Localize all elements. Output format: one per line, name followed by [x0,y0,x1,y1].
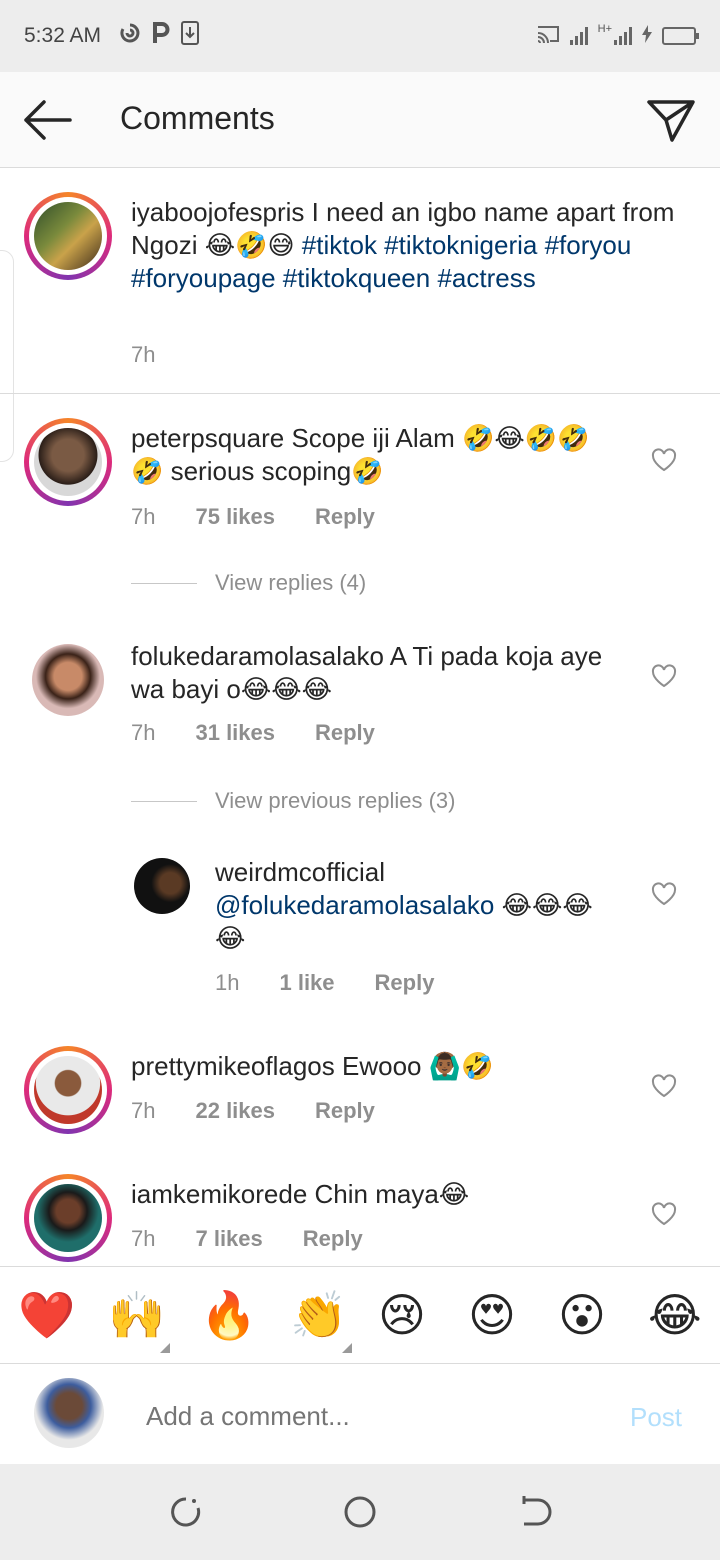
heart-icon[interactable] [651,448,677,472]
battery-icon [662,27,699,45]
comment-item: peterpsquare Scope iji Alam 🤣😂🤣🤣🤣 seriou… [0,418,720,558]
avatar[interactable] [24,1174,112,1262]
download-icon [181,21,200,51]
reply-username[interactable]: weirdmcofficial [215,857,385,887]
quick-reactions-bar: ❤️ 🙌 🔥 👏 😢 😍 😮 😂 [0,1266,720,1364]
heart-icon[interactable] [651,1074,677,1098]
signal-icon [569,27,588,45]
reply-button[interactable]: Reply [303,1226,363,1252]
network-type: H+ [597,23,612,35]
back-button[interactable] [22,98,74,142]
avatar [34,1378,104,1448]
status-bar: 5:32 AM H+ [0,0,720,72]
comment-text: peterpsquare Scope iji Alam 🤣😂🤣🤣🤣 seriou… [131,422,611,488]
reply-item: weirdmcofficial @folukedaramolasalako 😂😂… [0,856,720,1006]
app-header: Comments [0,72,720,168]
comment-time: 7h [131,504,156,529]
reply-button[interactable]: Reply [375,970,435,996]
back-icon[interactable] [516,1494,552,1530]
reaction-wow[interactable]: 😮 [558,1289,606,1341]
view-replies-label: View previous replies (3) [215,788,456,813]
comment-time: 7h [131,1098,156,1123]
reaction-clap[interactable]: 👏 [290,1289,347,1341]
reaction-cry[interactable]: 😢 [378,1289,426,1341]
caption: iyaboojofespris I need an igbo name apar… [0,190,720,392]
reaction-heart-eyes[interactable]: 😍 [468,1289,516,1341]
reply-text: weirdmcofficial @folukedaramolasalako 😂😂… [215,856,615,955]
comment-input[interactable] [144,1400,568,1433]
heart-icon[interactable] [651,1202,677,1226]
likes-count[interactable]: 22 likes [195,1098,275,1124]
divider [0,393,720,394]
likes-count[interactable]: 75 likes [195,504,275,530]
comment-text: prettymikeoflagos Ewooo 🙆🏾‍♂️🤣 [131,1050,611,1083]
spiral-icon [119,22,141,50]
view-previous-replies-button[interactable]: View previous replies (3) [131,788,455,814]
likes-count[interactable]: 1 like [279,970,334,996]
comment-time: 7h [131,720,156,745]
comment-username[interactable]: peterpsquare [131,423,284,453]
reaction-laugh[interactable]: 😂 [648,1289,702,1341]
reaction-raised-hands[interactable]: 🙌 [108,1289,165,1341]
arrow-left-icon [24,100,72,140]
comment-username[interactable]: iamkemikorede [131,1179,307,1209]
comment-composer: Post [0,1364,720,1464]
skin-tone-indicator[interactable] [160,1343,170,1353]
comment-username[interactable]: prettymikeoflagos [131,1051,335,1081]
comment-item: folukedaramolasalako A Ti pada koja aye … [0,640,720,780]
avatar[interactable] [134,858,190,914]
likes-count[interactable]: 7 likes [195,1226,262,1252]
comment-item: prettymikeoflagos Ewooo 🙆🏾‍♂️🤣 7h 22 lik… [0,1044,720,1154]
signal-h-icon [614,27,632,45]
avatar[interactable] [24,192,112,280]
p-icon [151,22,171,50]
avatar[interactable] [32,644,104,716]
avatar[interactable] [24,418,112,506]
caption-username[interactable]: iyaboojofespris [131,197,304,227]
heart-icon[interactable] [651,882,677,906]
comment-username[interactable]: folukedaramolasalako [131,641,384,671]
avatar[interactable] [24,1046,112,1134]
post-button[interactable]: Post [630,1402,682,1433]
comment-body: Chin maya😂 [314,1179,470,1209]
comment-text: folukedaramolasalako A Ti pada koja aye … [131,640,611,706]
comment-time: 7h [131,1226,156,1251]
send-icon [647,100,695,142]
reply-mention[interactable]: @folukedaramolasalako [215,890,494,920]
skin-tone-indicator[interactable] [342,1343,352,1353]
recents-icon[interactable] [168,1494,204,1530]
likes-count[interactable]: 31 likes [195,720,275,746]
caption-time: 7h [131,342,156,367]
send-button[interactable] [646,96,696,144]
reply-button[interactable]: Reply [315,720,375,746]
page-title: Comments [120,100,275,136]
comment-body: Ewooo 🙆🏾‍♂️🤣 [342,1051,494,1081]
status-time: 5:32 AM [24,24,102,47]
heart-icon[interactable] [651,664,677,688]
reaction-fire[interactable]: 🔥 [200,1289,257,1341]
charging-icon [642,25,652,47]
reply-time: 1h [215,970,240,995]
view-replies-label: View replies (4) [215,570,367,595]
view-replies-button[interactable]: View replies (4) [131,570,366,596]
reaction-heart[interactable]: ❤️ [18,1289,75,1341]
caption-text: iyaboojofespris I need an igbo name apar… [131,196,691,295]
comment-item: iamkemikorede Chin maya😂 7h 7 likes Repl… [0,1172,720,1266]
cast-icon [536,24,560,48]
reply-button[interactable]: Reply [315,504,375,530]
home-icon[interactable] [342,1494,378,1530]
reply-button[interactable]: Reply [315,1098,375,1124]
system-nav-bar [0,1464,720,1560]
comment-text: iamkemikorede Chin maya😂 [131,1178,611,1211]
